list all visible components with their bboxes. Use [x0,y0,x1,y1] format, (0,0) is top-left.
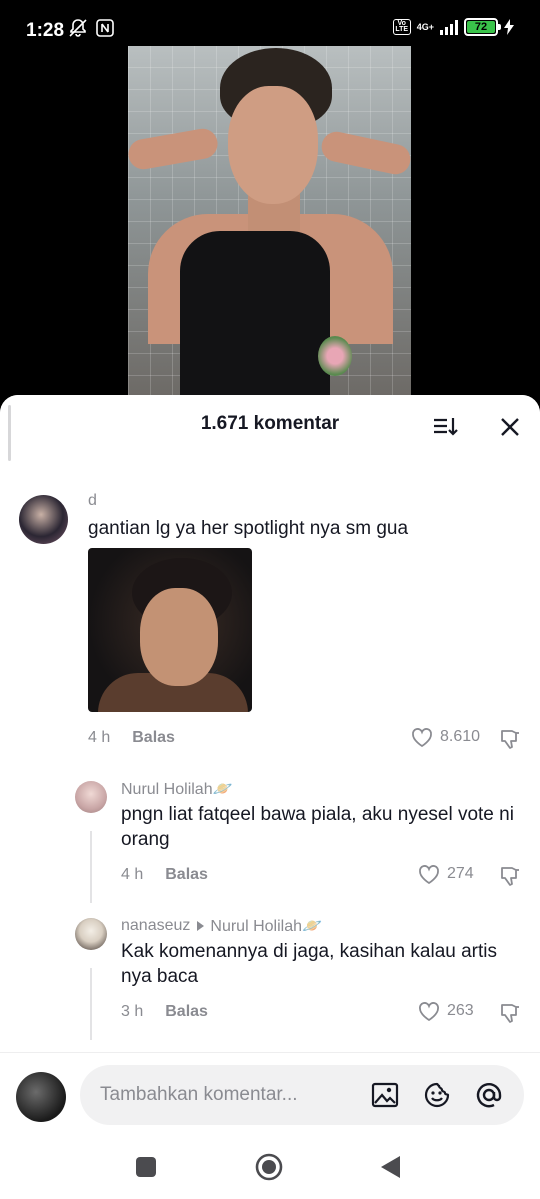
reply-meta: 3 h Balas [121,1003,208,1021]
image-icon[interactable] [370,1080,400,1110]
comment-text: gantian lg ya her spotlight nya sm gua [88,518,409,539]
like-button[interactable]: 8.610 [410,726,480,748]
comment-meta: 4 h Balas [88,729,175,747]
thumbs-down-icon[interactable] [498,1001,522,1025]
muted-bell-icon [69,19,87,37]
reply-to-username[interactable]: Nurul Holilah🪐 [210,916,322,936]
battery-level: 72 [467,21,495,33]
sort-icon[interactable] [430,411,460,441]
recents-button-icon[interactable] [133,1154,159,1180]
comment-username[interactable]: d [88,492,97,510]
status-icons-left [68,18,114,38]
reply-username: nanaseuz Nurul Holilah🪐 [121,916,322,936]
scrollbar[interactable] [8,405,11,461]
avatar[interactable] [19,495,68,544]
comment-input-bar [0,1052,540,1136]
charging-icon [504,19,514,35]
thread-line [90,968,92,1040]
comment-input-field[interactable] [80,1065,524,1125]
comment-time: 4 h [88,729,111,746]
reply-meta: 4 h Balas [121,866,208,884]
like-count: 263 [447,1002,474,1019]
close-icon[interactable] [496,413,524,441]
like-count: 274 [447,865,474,882]
sheet-header: 1.671 komentar [0,395,540,453]
volte-icon: Vo LTE [392,19,411,35]
reply-text: pngn liat fatqeel bawa piala, aku nyesel… [121,804,514,850]
reply-username-name[interactable]: nanaseuz [121,917,190,935]
my-avatar[interactable] [16,1072,66,1122]
heart-icon [419,1002,439,1022]
reply-username[interactable]: Nurul Holilah🪐 [121,779,233,799]
battery-icon: 72 [464,18,501,36]
status-time: 1:28 [26,20,65,41]
video-player[interactable] [128,46,411,396]
avatar[interactable] [75,918,107,950]
heart-icon [412,728,432,748]
like-button[interactable]: 274 [417,863,474,885]
back-button-icon[interactable] [378,1154,404,1180]
reply-button[interactable]: Balas [132,729,175,747]
thread-line [90,831,92,903]
avatar[interactable] [75,781,107,813]
reply-text: Kak komenannya di jaga, kasihan kalau ar… [121,941,498,987]
network-type: 4G+ [416,21,434,32]
thumbs-down-icon[interactable] [498,864,522,888]
reply-button[interactable]: Balas [165,866,208,884]
heart-icon [419,865,439,885]
like-count: 8.610 [440,728,481,745]
emoji-icon[interactable] [422,1080,452,1110]
like-button[interactable]: 263 [417,1000,474,1022]
caret-right-icon [197,921,205,931]
signal-icon [440,19,458,35]
status-icons-right: Vo LTE 4G+ 72 [392,18,514,36]
at-icon[interactable] [474,1080,504,1110]
reply-button[interactable]: Balas [165,1003,208,1021]
system-nav-bar [0,1136,540,1199]
thumbs-down-icon[interactable] [498,727,522,751]
reply-time: 3 h [121,1003,144,1020]
comment-image[interactable] [88,548,252,712]
comment-input[interactable] [100,1065,360,1125]
reply-time: 4 h [121,866,144,883]
nfc-icon [96,19,114,37]
home-button-icon[interactable] [254,1152,284,1182]
